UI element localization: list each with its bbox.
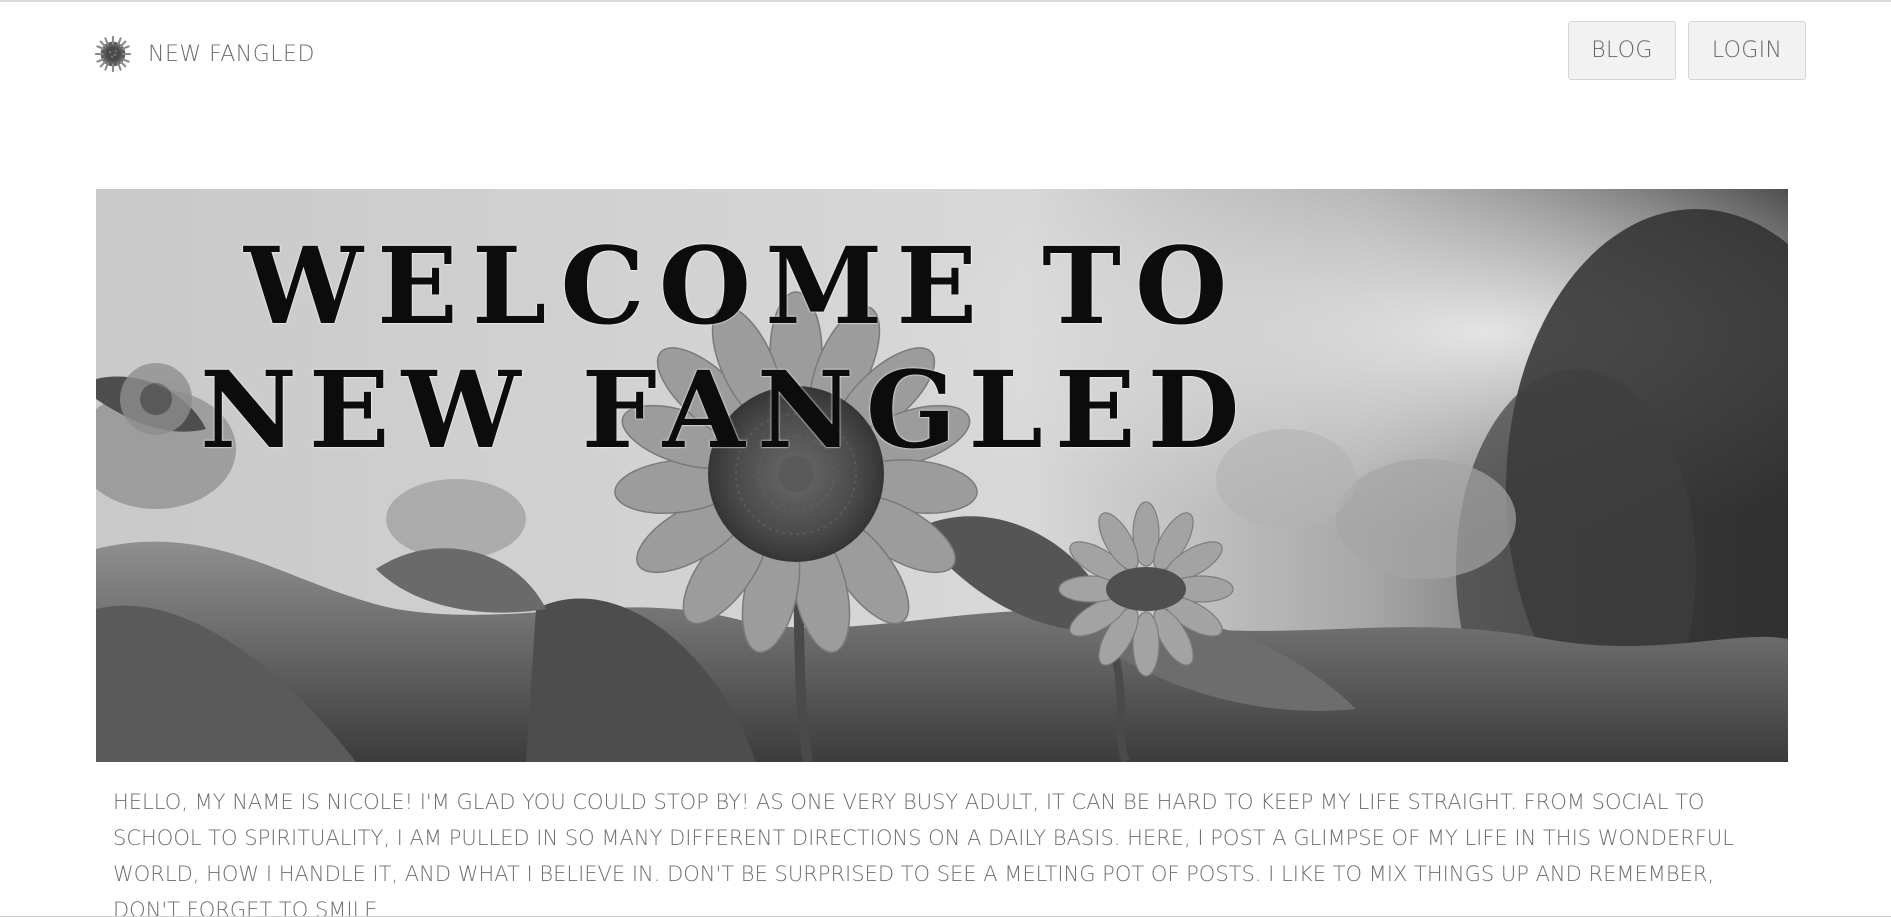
intro-paragraph: HELLO, MY NAME IS NICOLE! I'M GLAD YOU C…	[113, 790, 1734, 917]
hero-banner: WELCOME TO NEW FANGLED	[96, 189, 1788, 762]
hero-image	[96, 189, 1788, 762]
sunflower-logo-icon	[94, 35, 132, 73]
page: NEW FANGLED BLOG LOGIN WELCOME TO NEW FA…	[0, 0, 1891, 917]
site-header: NEW FANGLED BLOG LOGIN	[0, 2, 1891, 102]
brand-link[interactable]: NEW FANGLED	[94, 32, 315, 76]
blog-button[interactable]: BLOG	[1568, 21, 1676, 80]
brand-name: NEW FANGLED	[148, 41, 315, 67]
login-button[interactable]: LOGIN	[1688, 21, 1806, 80]
